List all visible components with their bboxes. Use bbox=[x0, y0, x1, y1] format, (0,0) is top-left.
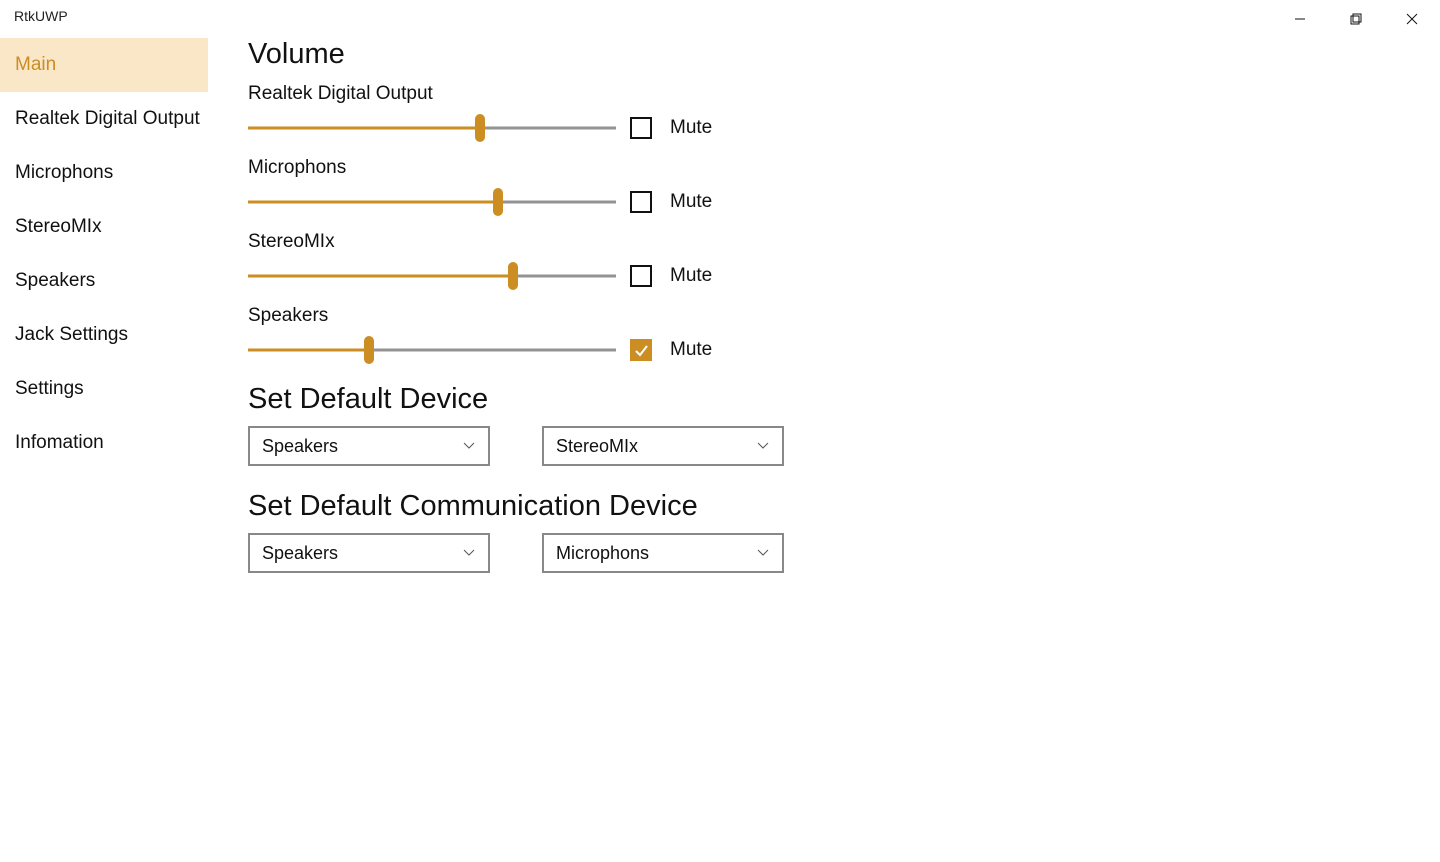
maximize-icon bbox=[1350, 13, 1362, 25]
slider-thumb[interactable] bbox=[493, 188, 503, 216]
mute-label: Mute bbox=[670, 117, 712, 139]
slider-thumb[interactable] bbox=[475, 114, 485, 142]
volume-row: Mute bbox=[248, 187, 1440, 217]
combo-value: Speakers bbox=[262, 543, 338, 564]
combo-value: StereoMIx bbox=[556, 436, 638, 457]
sidebar-item-settings[interactable]: Settings bbox=[0, 362, 208, 416]
default-output-combo[interactable]: Speakers bbox=[248, 426, 490, 466]
sidebar-item-label: StereoMIx bbox=[15, 216, 102, 238]
window-controls bbox=[1272, 0, 1440, 38]
default-device-heading: Set Default Device bbox=[248, 383, 1440, 416]
sidebar-item-label: Realtek Digital Output bbox=[15, 108, 200, 130]
volume-slider[interactable] bbox=[248, 113, 616, 143]
slider-thumb[interactable] bbox=[508, 262, 518, 290]
volume-label: StereoMIx bbox=[248, 231, 1440, 253]
sidebar-item-jack-settings[interactable]: Jack Settings bbox=[0, 308, 208, 362]
volume-row: Mute bbox=[248, 261, 1440, 291]
titlebar: RtkUWP bbox=[0, 0, 1440, 38]
chevron-down-icon bbox=[756, 546, 770, 560]
default-comm-heading: Set Default Communication Device bbox=[248, 490, 1440, 523]
volume-slider[interactable] bbox=[248, 261, 616, 291]
mute-label: Mute bbox=[670, 339, 712, 361]
default-comm-output-combo[interactable]: Speakers bbox=[248, 533, 490, 573]
volume-block: Speakers Mute bbox=[248, 305, 1440, 365]
close-button[interactable] bbox=[1384, 0, 1440, 38]
sidebar-item-label: Speakers bbox=[15, 270, 95, 292]
sidebar-item-label: Settings bbox=[15, 378, 84, 400]
close-icon bbox=[1406, 13, 1418, 25]
window-title: RtkUWP bbox=[14, 0, 68, 24]
sidebar-item-infomation[interactable]: Infomation bbox=[0, 416, 208, 470]
mute-checkbox[interactable] bbox=[630, 117, 652, 139]
volume-label: Speakers bbox=[248, 305, 1440, 327]
content-pane: Volume Realtek Digital OutputMuteMicroph… bbox=[208, 38, 1440, 862]
volume-row: Mute bbox=[248, 113, 1440, 143]
sidebar-item-digital-output[interactable]: Realtek Digital Output bbox=[0, 92, 208, 146]
mute-label: Mute bbox=[670, 191, 712, 213]
volume-block: StereoMIx Mute bbox=[248, 231, 1440, 291]
sidebar-item-stereomix[interactable]: StereoMIx bbox=[0, 200, 208, 254]
volume-slider[interactable] bbox=[248, 187, 616, 217]
volume-block: Microphons Mute bbox=[248, 157, 1440, 217]
minimize-icon bbox=[1294, 13, 1306, 25]
volume-label: Realtek Digital Output bbox=[248, 83, 1440, 105]
chevron-down-icon bbox=[756, 439, 770, 453]
volume-row: Mute bbox=[248, 335, 1440, 365]
sidebar-item-label: Jack Settings bbox=[15, 324, 128, 346]
check-icon bbox=[633, 342, 649, 358]
chevron-down-icon bbox=[462, 439, 476, 453]
maximize-button[interactable] bbox=[1328, 0, 1384, 38]
sidebar-item-label: Infomation bbox=[15, 432, 104, 454]
chevron-down-icon bbox=[462, 546, 476, 560]
sidebar: Main Realtek Digital Output Microphons S… bbox=[0, 38, 208, 862]
sidebar-item-label: Microphons bbox=[15, 162, 113, 184]
combo-value: Microphons bbox=[556, 543, 649, 564]
volume-label: Microphons bbox=[248, 157, 1440, 179]
sidebar-item-speakers[interactable]: Speakers bbox=[0, 254, 208, 308]
mute-checkbox[interactable] bbox=[630, 265, 652, 287]
sidebar-item-main[interactable]: Main bbox=[0, 38, 208, 92]
sidebar-item-microphons[interactable]: Microphons bbox=[0, 146, 208, 200]
volume-slider[interactable] bbox=[248, 335, 616, 365]
sidebar-item-label: Main bbox=[15, 54, 56, 76]
default-input-combo[interactable]: StereoMIx bbox=[542, 426, 784, 466]
default-comm-input-combo[interactable]: Microphons bbox=[542, 533, 784, 573]
minimize-button[interactable] bbox=[1272, 0, 1328, 38]
volume-block: Realtek Digital Output Mute bbox=[248, 83, 1440, 143]
mute-label: Mute bbox=[670, 265, 712, 287]
slider-thumb[interactable] bbox=[364, 336, 374, 364]
volume-heading: Volume bbox=[248, 38, 1440, 71]
mute-checkbox[interactable] bbox=[630, 339, 652, 361]
combo-value: Speakers bbox=[262, 436, 338, 457]
mute-checkbox[interactable] bbox=[630, 191, 652, 213]
